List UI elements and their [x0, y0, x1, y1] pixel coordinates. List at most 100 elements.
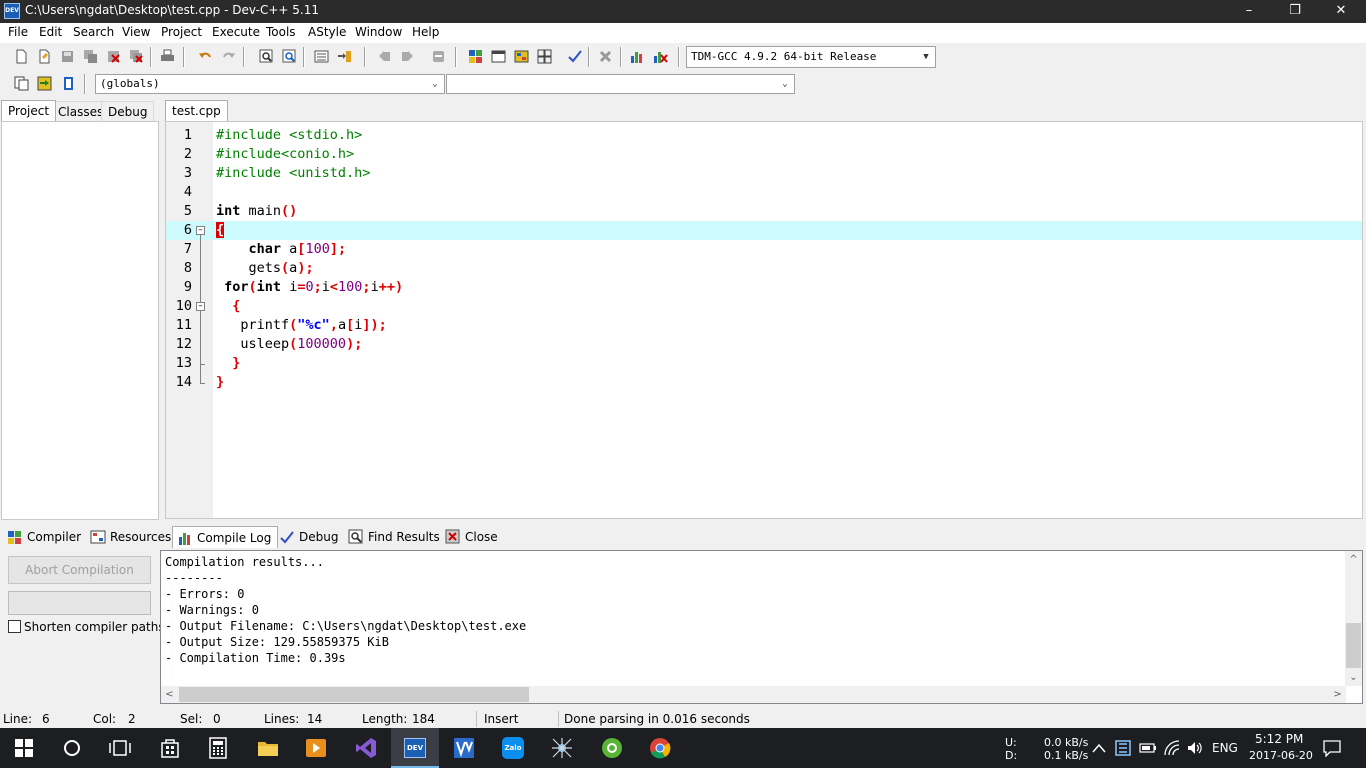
clock-date[interactable]: 2017-06-20 [1249, 749, 1313, 762]
code-line: 4 [166, 183, 1362, 202]
save-all-icon[interactable] [79, 45, 101, 67]
wifi-icon[interactable] [1163, 739, 1181, 757]
undo-icon[interactable] [194, 45, 216, 67]
vertical-scrollbar[interactable]: ^ ⌄ [1345, 551, 1362, 686]
scroll-thumb[interactable] [179, 687, 529, 702]
fold-toggle-icon[interactable]: – [196, 302, 205, 311]
scroll-up-icon[interactable]: ^ [1345, 551, 1362, 568]
abort-compilation-button[interactable]: Abort Compilation [8, 556, 151, 584]
delete-profile-icon[interactable] [649, 45, 671, 67]
tab-compile-log[interactable]: Compile Log [172, 526, 279, 548]
battery-icon[interactable] [1139, 740, 1157, 756]
menu-project[interactable]: Project [161, 25, 202, 39]
windows-start-icon[interactable] [0, 728, 48, 768]
print-icon[interactable] [156, 45, 178, 67]
goto-icon[interactable] [33, 72, 55, 94]
tab-debug-bottom[interactable]: Debug [275, 526, 344, 548]
save-icon[interactable] [56, 45, 78, 67]
menu-astyle[interactable]: AStyle [308, 25, 346, 39]
tab-find-results[interactable]: Find Results [344, 526, 446, 548]
stop-execution-icon[interactable] [594, 45, 616, 67]
new-file-icon[interactable] [10, 45, 32, 67]
menu-tools[interactable]: Tools [266, 25, 296, 39]
calculator-icon[interactable] [194, 728, 242, 768]
compile-run-icon[interactable] [510, 45, 532, 67]
scroll-left-icon[interactable]: < [161, 686, 178, 703]
profile-icon[interactable] [626, 45, 648, 67]
indent-icon[interactable] [310, 45, 332, 67]
close-all-icon[interactable] [125, 45, 147, 67]
visual-paradigm-icon[interactable] [440, 728, 488, 768]
restore-button[interactable]: ❐ [1272, 0, 1318, 23]
menu-execute[interactable]: Execute [212, 25, 260, 39]
menu-file[interactable]: File [8, 25, 28, 39]
goto-bookmark-icon[interactable] [396, 45, 418, 67]
find-icon[interactable] [255, 45, 277, 67]
member-select[interactable]: ⌄ [446, 74, 795, 94]
scroll-down-icon[interactable]: ⌄ [1345, 669, 1362, 686]
ime-icon[interactable] [1115, 740, 1131, 756]
tab-resources[interactable]: Resources [86, 526, 177, 548]
menu-window[interactable]: Window [355, 25, 402, 39]
input-language[interactable]: ENG [1212, 741, 1238, 755]
horizontal-scrollbar[interactable]: < > [161, 686, 1346, 703]
scope-select[interactable]: (globals) ⌄ [95, 74, 445, 94]
code-editor[interactable]: 1 #include <stdio.h> 2 #include<conio.h> 3… [165, 121, 1363, 519]
minimize-button[interactable]: – [1226, 0, 1272, 23]
goto-line-icon[interactable] [427, 45, 449, 67]
volume-icon[interactable] [1186, 739, 1204, 757]
menu-help[interactable]: Help [412, 25, 439, 39]
tab-compiler[interactable]: Compiler [3, 526, 87, 548]
chrome-icon[interactable] [636, 728, 684, 768]
scroll-thumb[interactable] [1346, 623, 1361, 668]
status-lines-value: 14 [307, 712, 323, 726]
shorten-paths-checkbox[interactable]: Shorten compiler paths [8, 620, 165, 634]
project-tree[interactable] [1, 121, 159, 520]
search-icon[interactable] [48, 728, 96, 768]
syntax-check-icon[interactable] [563, 45, 585, 67]
toggle-bookmark-icon[interactable] [373, 45, 395, 67]
tab-test-cpp[interactable]: test.cpp [165, 100, 228, 121]
devcpp-icon-text: DEV [404, 738, 426, 758]
menu-view[interactable]: View [122, 25, 150, 39]
run-icon[interactable] [487, 45, 509, 67]
log-line: - Output Size: 129.55859375 KiB [165, 635, 389, 649]
zalo-icon-text: Zalo [502, 737, 524, 759]
visual-studio-icon[interactable] [342, 728, 390, 768]
network-tool-icon[interactable] [538, 728, 586, 768]
task-view-icon[interactable] [96, 728, 144, 768]
media-player-icon[interactable] [292, 728, 340, 768]
file-explorer-icon[interactable] [244, 728, 292, 768]
devcpp-taskbar-icon[interactable]: DEV [391, 728, 439, 768]
close-window-button[interactable]: ✕ [1318, 0, 1364, 23]
zalo-icon[interactable]: Zalo [489, 728, 537, 768]
replace-icon[interactable] [278, 45, 300, 67]
tab-project[interactable]: Project [1, 100, 57, 121]
rebuild-all-icon[interactable] [533, 45, 555, 67]
show-hidden-icons-chevron-icon[interactable] [1092, 742, 1106, 754]
checkbox-icon[interactable] [8, 620, 21, 633]
code-line: 9 for(int i=0;i<100;i++) [166, 278, 1362, 297]
open-file-icon[interactable] [33, 45, 55, 67]
compile-log-output[interactable]: Compilation results... -------- - Errors… [160, 550, 1363, 704]
compiler-select[interactable]: TDM-GCC 4.9.2 64-bit Release ▼ [686, 46, 936, 68]
insert-code-icon[interactable] [10, 72, 32, 94]
store-icon[interactable] [146, 728, 194, 768]
scroll-right-icon[interactable]: > [1329, 686, 1346, 703]
clock-time[interactable]: 5:12 PM [1255, 732, 1303, 746]
fold-toggle-icon[interactable]: – [196, 226, 205, 235]
unindent-icon[interactable] [333, 45, 355, 67]
compile-icon[interactable] [464, 45, 486, 67]
class-browser-icon[interactable] [57, 72, 79, 94]
redo-icon[interactable] [217, 45, 239, 67]
tab-debug-left[interactable]: Debug [101, 101, 155, 122]
action-center-icon[interactable] [1322, 739, 1342, 758]
menu-search[interactable]: Search [73, 25, 114, 39]
code-text: usleep(100000); [216, 336, 363, 352]
tab-label: Compile Log [197, 531, 272, 545]
close-file-icon[interactable] [102, 45, 124, 67]
tab-close[interactable]: Close [441, 526, 504, 548]
status-sel-label: Sel: [180, 712, 203, 726]
coc-coc-browser-icon[interactable] [588, 728, 636, 768]
menu-edit[interactable]: Edit [39, 25, 62, 39]
